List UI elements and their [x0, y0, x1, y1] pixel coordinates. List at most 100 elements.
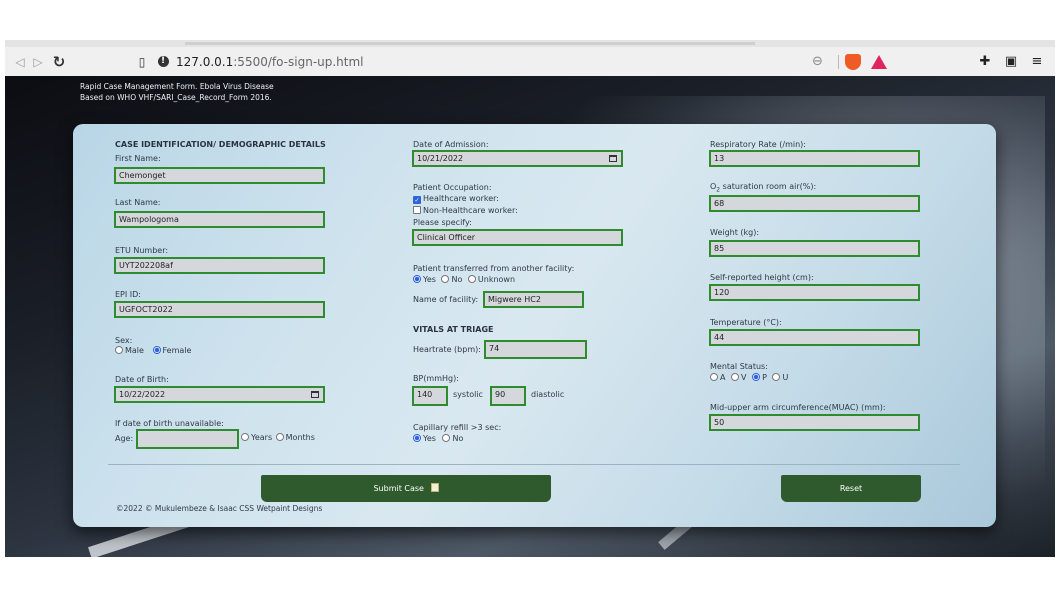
mental-p-label: P — [762, 373, 767, 382]
weight-label: Weight (kg): — [710, 228, 760, 237]
dob-field[interactable]: 10/22/2022 — [114, 386, 325, 403]
systolic-field[interactable]: 140 — [412, 386, 448, 406]
browser-tab-strip — [5, 40, 1055, 47]
epi-id-label: EPI ID: — [115, 290, 141, 299]
form-header-line2: Based on WHO VHF/SARI_Case_Record_Form 2… — [80, 93, 272, 102]
site-info-icon[interactable]: ! — [153, 56, 173, 68]
age-field[interactable] — [136, 429, 239, 449]
resp-rate-label: Respiratory Rate (/min): — [710, 140, 806, 149]
diastolic-label: diastolic — [531, 390, 565, 399]
menu-icon[interactable]: ≡ — [1029, 54, 1045, 69]
sex-label: Sex: — [115, 336, 133, 345]
section-title-vitals: VITALS AT TRIAGE — [413, 325, 494, 334]
browser-toolbar: ◁ ▷ ↻ ▯ ! 127.0.0.1:5500/fo-sign-up.html… — [5, 47, 1055, 76]
bookmark-icon[interactable]: ▯ — [131, 55, 153, 69]
back-icon[interactable]: ◁ — [11, 55, 29, 69]
mental-a-label: A — [720, 373, 726, 382]
submit-case-label: Submit Case — [373, 484, 424, 493]
sex-male-radio[interactable] — [115, 346, 123, 354]
height-label: Self-reported height (cm): — [710, 273, 814, 282]
reload-icon[interactable]: ↻ — [47, 53, 71, 71]
non-hcw-option: Non-Healthcare worker: — [413, 206, 518, 215]
last-name-label: Last Name: — [115, 198, 161, 207]
calendar-icon[interactable] — [311, 391, 319, 398]
hcw-option: ✓ Healthcare worker: — [413, 194, 499, 204]
etu-number-label: ETU Number: — [115, 246, 169, 255]
page-background: Rapid Case Management Form. Ebola Virus … — [5, 76, 1055, 557]
specify-field[interactable]: Clinical Officer — [412, 229, 623, 246]
transferred-no-radio[interactable] — [441, 275, 450, 283]
forward-icon[interactable]: ▷ — [29, 55, 47, 69]
sex-female-radio[interactable] — [152, 346, 161, 354]
facility-field[interactable]: Migwere HC2 — [483, 291, 584, 308]
first-name-field[interactable]: Chemonget — [114, 167, 325, 184]
section-title-demographics: CASE IDENTIFICATION/ DEMOGRAPHIC DETAILS — [115, 140, 326, 149]
transferred-label: Patient transferred from another facilit… — [413, 264, 575, 273]
transferred-yes-label: Yes — [423, 275, 436, 284]
temperature-label: Temperature (°C): — [710, 318, 782, 327]
zoom-icon[interactable]: ⊖ — [812, 54, 832, 69]
wallet-icon[interactable]: ▣ — [1003, 54, 1019, 69]
reset-button[interactable]: Reset — [781, 475, 921, 502]
non-hcw-label: Non-Healthcare worker: — [423, 206, 518, 215]
extensions-icon[interactable]: ✚ — [977, 54, 993, 69]
mental-a-radio[interactable] — [710, 373, 718, 381]
resp-rate-field[interactable]: 13 — [709, 150, 920, 167]
case-form: CASE IDENTIFICATION/ DEMOGRAPHIC DETAILS… — [73, 124, 996, 527]
mental-v-label: V — [741, 373, 747, 382]
mental-p-radio[interactable] — [752, 373, 761, 381]
sex-female-label: Female — [162, 346, 192, 355]
sex-male-label: Male — [125, 346, 144, 355]
calendar-icon[interactable] — [609, 155, 617, 162]
heartrate-field[interactable]: 74 — [484, 340, 587, 359]
age-years-label: Years — [251, 433, 273, 442]
age-unit-radio-group: Years Months — [241, 433, 315, 442]
occupation-label: Patient Occupation: — [413, 183, 492, 192]
submit-case-button[interactable]: Submit Case — [261, 475, 551, 502]
cap-refill-label: Capillary refill >3 sec: — [413, 423, 502, 432]
mental-u-radio[interactable] — [772, 373, 781, 381]
url-host: 127.0.0.1 — [176, 54, 234, 69]
non-hcw-checkbox[interactable] — [413, 206, 421, 214]
brave-rewards-icon[interactable] — [871, 54, 887, 69]
last-name-field[interactable]: Wampologoma — [114, 211, 325, 228]
tab-indicator — [185, 42, 755, 45]
admission-date-value: 10/21/2022 — [417, 154, 464, 163]
height-field[interactable]: 120 — [709, 284, 920, 301]
o2-label-post: saturation room air(%): — [720, 182, 817, 191]
o2-sat-field[interactable]: 68 — [709, 195, 920, 212]
weight-field[interactable]: 85 — [709, 240, 920, 257]
transferred-unknown-label: Unknown — [477, 275, 516, 284]
dob-unavailable-label: If date of birth unavailable: — [115, 419, 224, 428]
address-bar[interactable]: 127.0.0.1:5500/fo-sign-up.html — [176, 55, 364, 69]
cap-refill-yes-radio[interactable] — [413, 434, 421, 442]
hcw-checkbox[interactable]: ✓ — [413, 196, 421, 204]
toolbar-separator — [838, 54, 839, 69]
temperature-field[interactable]: 44 — [709, 329, 920, 346]
age-years-radio[interactable] — [241, 433, 249, 441]
sex-radio-group: Male Female — [115, 346, 191, 355]
first-name-label: First Name: — [115, 154, 161, 163]
mental-v-radio[interactable] — [731, 373, 740, 381]
cap-refill-radio-group: Yes No — [413, 434, 463, 443]
cap-refill-no-radio[interactable] — [442, 434, 451, 442]
age-months-label: Months — [285, 433, 315, 442]
hcw-label: Healthcare worker: — [423, 194, 499, 203]
footer-credit: ©2022 © Mukulembeze & Isaac CSS Wetpaint… — [116, 504, 323, 513]
facility-label: Name of facility: — [413, 295, 479, 304]
mental-status-radio-group: A V P U — [710, 373, 788, 382]
transferred-no-label: No — [451, 275, 463, 284]
brave-shield-icon[interactable] — [845, 53, 861, 70]
age-label: Age: — [115, 434, 134, 443]
heartrate-label: Heartrate (bpm): — [413, 345, 481, 354]
admission-date-field[interactable]: 10/21/2022 — [412, 150, 623, 167]
age-months-radio[interactable] — [275, 433, 284, 441]
epi-id-field[interactable]: UGFOCT2022 — [114, 301, 325, 318]
etu-number-field[interactable]: UYT202208af — [114, 257, 325, 274]
transferred-unknown-radio[interactable] — [467, 275, 476, 283]
transferred-yes-radio[interactable] — [413, 275, 421, 283]
muac-field[interactable]: 50 — [709, 414, 920, 431]
o2-sat-label: O2 saturation room air(%): — [710, 182, 816, 194]
admission-date-label: Date of Admission: — [413, 140, 489, 149]
diastolic-field[interactable]: 90 — [490, 386, 526, 406]
